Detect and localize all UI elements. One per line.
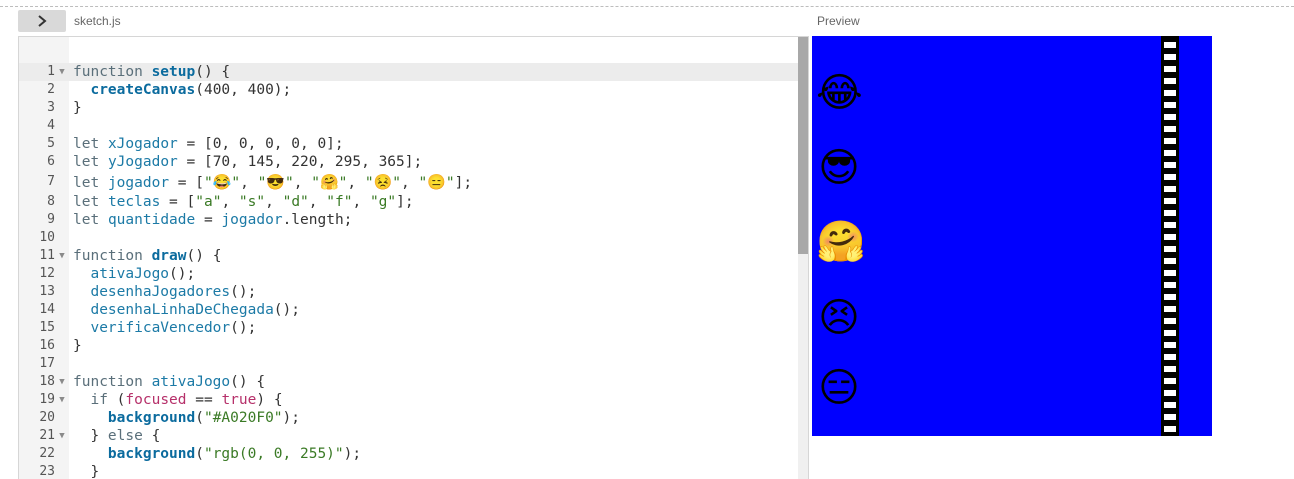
chevron-right-icon <box>36 12 48 31</box>
code-text: let xJogador = [0, 0, 0, 0, 0]; <box>73 136 344 152</box>
sketch-canvas[interactable]: 😂 😎 🤗 😣 😑 <box>812 36 1212 436</box>
file-name-tab[interactable]: sketch.js <box>74 14 121 28</box>
line-number: 11 <box>39 248 55 263</box>
fold-arrow-icon[interactable]: ▼ <box>57 373 67 391</box>
line-number: 1 <box>47 64 55 79</box>
code-text: function setup() { <box>73 64 231 80</box>
code-line[interactable]: 16} <box>19 337 798 355</box>
code-line[interactable]: 18 ▼ function ativaJogo() { <box>19 373 798 391</box>
code-text: background("#A020F0"); <box>107 410 301 426</box>
code-text: verificaVencedor(); <box>90 320 257 336</box>
player-emoji: 😑 <box>818 365 860 411</box>
code-line[interactable]: 22 background("rgb(0, 0, 255)"); <box>19 445 798 463</box>
fold-arrow-icon[interactable]: ▼ <box>57 63 67 81</box>
code-text: let yJogador = [70, 145, 220, 295, 365]; <box>73 154 423 170</box>
code-text: } else { <box>73 428 161 444</box>
code-line[interactable]: 8 let teclas = ["a", "s", "d", "f", "g"]; <box>19 193 798 211</box>
code-text: background("rgb(0, 0, 255)"); <box>107 446 362 462</box>
code-text: } <box>73 100 82 116</box>
code-line[interactable]: 4 <box>19 117 798 135</box>
code-line[interactable]: 2 createCanvas(400, 400); <box>19 81 798 99</box>
line-number: 9 <box>47 212 55 227</box>
code-line[interactable]: 12 ativaJogo(); <box>19 265 798 283</box>
line-number: 17 <box>39 356 55 371</box>
code-text: function draw() { <box>73 248 222 264</box>
editor-scrollbar[interactable] <box>798 37 808 479</box>
fold-arrow-icon[interactable]: ▼ <box>57 427 67 445</box>
code-line[interactable]: 13 desenhaJogadores(); <box>19 283 798 301</box>
line-number: 13 <box>39 284 55 299</box>
code-line[interactable]: 10 <box>19 229 798 247</box>
code-line[interactable]: 15 verificaVencedor(); <box>19 319 798 337</box>
code-line[interactable]: 3} <box>19 99 798 117</box>
code-line[interactable]: 17 <box>19 355 798 373</box>
code-line[interactable]: 23 } <box>19 463 798 479</box>
finish-line <box>1161 36 1179 436</box>
line-number: 16 <box>39 338 55 353</box>
code-text: if (focused == true) { <box>90 392 283 408</box>
code-line[interactable]: 20 background("#A020F0"); <box>19 409 798 427</box>
line-number: 19 <box>39 392 55 407</box>
line-number: 23 <box>39 464 55 479</box>
code-text: let quantidade = jogador.length; <box>73 212 353 228</box>
line-number: 8 <box>47 194 55 209</box>
code-text: desenhaJogadores(); <box>90 284 257 300</box>
code-line[interactable]: 9 let quantidade = jogador.length; <box>19 211 798 229</box>
scrollbar-thumb[interactable] <box>798 37 808 254</box>
code-lines[interactable]: 1 ▼ function setup() {2 createCanvas(400, … <box>19 63 798 479</box>
top-divider <box>0 6 1294 7</box>
line-number: 4 <box>47 118 55 133</box>
code-line[interactable]: 5 let xJogador = [0, 0, 0, 0, 0]; <box>19 135 798 153</box>
line-number: 10 <box>39 230 55 245</box>
line-number: 20 <box>39 410 55 425</box>
line-number: 22 <box>39 446 55 461</box>
line-number: 5 <box>47 136 55 151</box>
code-editor[interactable]: 1 ▼ function setup() {2 createCanvas(400, … <box>18 36 809 479</box>
code-line[interactable]: 7 let jogador = ["😂", "😎", "🤗", "😣", "😑"]… <box>19 171 798 193</box>
code-line[interactable]: 6 let yJogador = [70, 145, 220, 295, 365]… <box>19 153 798 171</box>
code-text: ativaJogo(); <box>90 266 196 282</box>
code-text: } <box>73 464 100 479</box>
player-emoji: 😎 <box>818 145 860 191</box>
toggle-sidebar-button[interactable] <box>18 10 66 32</box>
code-text: } <box>73 338 82 354</box>
player-emoji: 🤗 <box>816 219 866 265</box>
code-text: let jogador = ["😂", "😎", "🤗", "😣", "😑"]; <box>73 173 473 191</box>
code-line[interactable]: 1 ▼ function setup() { <box>19 63 798 81</box>
line-number: 7 <box>47 174 55 189</box>
player-emoji: 😂 <box>816 70 863 116</box>
line-number: 15 <box>39 320 55 335</box>
code-text: createCanvas(400, 400); <box>90 82 292 98</box>
code-line[interactable]: 11 ▼ function draw() { <box>19 247 798 265</box>
line-number: 12 <box>39 266 55 281</box>
fold-arrow-icon[interactable]: ▼ <box>57 247 67 265</box>
code-line[interactable]: 14 desenhaLinhaDeChegada(); <box>19 301 798 319</box>
line-number: 3 <box>47 100 55 115</box>
line-number: 21 <box>39 428 55 443</box>
line-number: 18 <box>39 374 55 389</box>
player-emoji: 😣 <box>818 295 860 341</box>
preview-label: Preview <box>817 14 860 28</box>
line-number: 14 <box>39 302 55 317</box>
line-number: 2 <box>47 82 55 97</box>
code-line[interactable]: 21 ▼ } else { <box>19 427 798 445</box>
code-text: function ativaJogo() { <box>73 374 266 390</box>
code-text: desenhaLinhaDeChegada(); <box>90 302 300 318</box>
code-line[interactable]: 19 ▼ if (focused == true) { <box>19 391 798 409</box>
code-text: let teclas = ["a", "s", "d", "f", "g"]; <box>73 194 414 210</box>
fold-arrow-icon[interactable]: ▼ <box>57 391 67 409</box>
line-number: 6 <box>47 154 55 169</box>
